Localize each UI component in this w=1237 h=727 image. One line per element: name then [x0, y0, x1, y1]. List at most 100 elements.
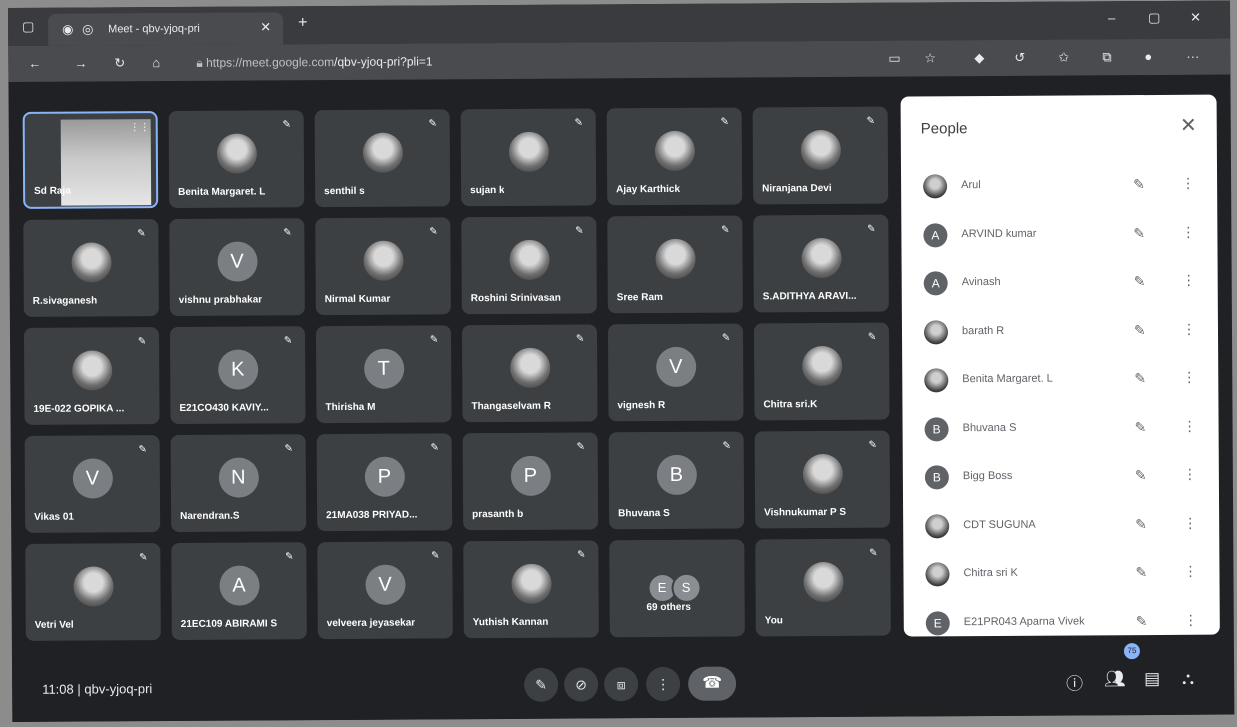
- refresh-icon[interactable]: ↺: [1014, 50, 1025, 66]
- participant-tile[interactable]: ✎ Chitra sri.K: [753, 322, 890, 421]
- people-row[interactable]: A ARVIND kumar ✎ ⋮: [919, 213, 1209, 255]
- mic-muted-icon[interactable]: ✎: [1133, 176, 1145, 193]
- url-field[interactable]: 🔒︎ https://meet.google.com/qbv-yjoq-pri?…: [196, 47, 856, 75]
- people-row[interactable]: B Bhuvana S ✎ ⋮: [920, 407, 1210, 449]
- more-vert-icon[interactable]: ⋮: [1184, 611, 1198, 628]
- participant-tile[interactable]: V ✎ vishnu prabhakar: [169, 218, 305, 317]
- people-row[interactable]: E E21PR043 Aparna Vivek ✎ ⋮: [922, 601, 1212, 636]
- more-vert-icon[interactable]: ⋮: [1183, 417, 1197, 434]
- mic-muted-icon[interactable]: ✎: [1134, 322, 1146, 339]
- minimize-icon[interactable]: –: [1108, 10, 1115, 26]
- more-vert-icon[interactable]: ⋮: [1182, 272, 1196, 289]
- participant-tile[interactable]: ✎ Vishnukumar P S: [754, 430, 891, 529]
- participant-name: Roshini Srinivasan: [470, 292, 561, 305]
- more-vert-icon[interactable]: ⋮: [1181, 175, 1195, 192]
- participant-tile[interactable]: P ✎ 21MA038 PRIYAD...: [316, 433, 453, 532]
- people-row[interactable]: Arul ✎ ⋮: [919, 165, 1209, 207]
- camera-toggle-button[interactable]: ⊘: [564, 667, 599, 702]
- participant-tile[interactable]: ✎ sujan k: [460, 108, 597, 207]
- leave-call-button[interactable]: ☎: [688, 666, 737, 701]
- chat-icon[interactable]: ▤: [1144, 669, 1160, 689]
- participant-tile[interactable]: E S 69 others: [609, 539, 745, 638]
- participant-tile[interactable]: ✎ Nirmal Kumar: [315, 217, 451, 316]
- forward-icon[interactable]: →: [74, 56, 87, 72]
- people-avatar: [923, 319, 949, 344]
- participant-tile[interactable]: ⋮⋮ Sd Raja: [22, 111, 159, 209]
- mic-muted-icon[interactable]: ✎: [1134, 370, 1146, 387]
- more-vert-icon[interactable]: ⋮: [1182, 320, 1196, 337]
- more-vert-icon: ⋮: [656, 675, 671, 693]
- more-vert-icon[interactable]: ⋮: [1183, 514, 1197, 531]
- participant-tile[interactable]: ✎ R.sivaganesh: [23, 219, 159, 317]
- mic-muted-icon[interactable]: ✎: [1135, 419, 1147, 436]
- back-icon[interactable]: ←: [28, 56, 41, 72]
- close-tab-icon[interactable]: ✕: [260, 19, 271, 35]
- participant-tile[interactable]: ✎ Sree Ram: [607, 215, 743, 314]
- participant-tile[interactable]: ✎ 19E-022 GOPIKA ...: [23, 327, 160, 425]
- participant-tile[interactable]: V ✎ velveera jeyasekar: [317, 541, 453, 640]
- mic-muted-icon[interactable]: ✎: [1133, 225, 1145, 242]
- more-vert-icon[interactable]: ⋮: [1183, 563, 1197, 580]
- people-icon[interactable]: 👥︎: [1104, 669, 1126, 689]
- mic-muted-icon[interactable]: ✎: [1134, 273, 1146, 290]
- present-button[interactable]: ⧈: [604, 667, 639, 702]
- participant-tile[interactable]: ✎ Thangaselvam R: [461, 324, 598, 423]
- participant-tile[interactable]: ✎ S.ADITHYA ARAVI...: [753, 214, 889, 313]
- participant-tile[interactable]: ✎ Niranjana Devi: [752, 106, 889, 205]
- participant-tile[interactable]: K ✎ E21CO430 KAVIY...: [169, 326, 306, 425]
- activities-icon[interactable]: ⛬: [1182, 669, 1194, 689]
- profile-icon[interactable]: ●: [1144, 49, 1152, 65]
- reload-icon[interactable]: ↻: [114, 55, 125, 71]
- more-vert-icon[interactable]: ⋮: [1181, 223, 1195, 240]
- close-icon[interactable]: ✕: [1180, 113, 1197, 138]
- participant-tile[interactable]: ✎ Roshini Srinivasan: [461, 216, 597, 315]
- participant-tile[interactable]: ✎ senthil s: [314, 109, 451, 208]
- mic-muted-icon[interactable]: ✎: [1135, 516, 1147, 533]
- mic-toggle-button[interactable]: ✎: [524, 667, 559, 702]
- home-icon[interactable]: ⌂: [152, 55, 160, 71]
- favorites-icon[interactable]: ✩: [1058, 50, 1069, 66]
- participant-tile[interactable]: ✎ Vetri Vel: [25, 543, 161, 641]
- more-menu-icon[interactable]: ···: [1186, 49, 1199, 65]
- participant-tile[interactable]: T ✎ Thirisha M: [315, 325, 452, 424]
- people-row[interactable]: CDT SUGUNA ✎ ⋮: [921, 504, 1211, 546]
- more-options-button[interactable]: ⋮: [646, 666, 681, 702]
- mic-muted-icon[interactable]: ✎: [1135, 564, 1147, 581]
- mic-muted-icon[interactable]: ✎: [1136, 613, 1148, 630]
- participant-tile[interactable]: P ✎ prasanth b: [462, 432, 599, 531]
- more-vert-icon[interactable]: ⋮: [1182, 369, 1196, 386]
- participant-name: Thirisha M: [325, 401, 376, 414]
- maximize-icon[interactable]: ▢: [1148, 10, 1160, 26]
- participant-tile[interactable]: ✎ Benita Margaret. L: [168, 110, 305, 209]
- new-tab-icon[interactable]: +: [298, 14, 307, 31]
- people-row[interactable]: barath R ✎ ⋮: [920, 310, 1210, 352]
- favorite-icon[interactable]: ☆: [924, 50, 936, 66]
- people-avatar: B: [924, 416, 949, 441]
- window-close-icon[interactable]: ✕: [1190, 10, 1201, 26]
- participant-tile[interactable]: V ✎ Vikas 01: [24, 435, 161, 533]
- participant-tile[interactable]: ✎ You: [755, 538, 891, 637]
- participant-tile[interactable]: V ✎ vignesh R: [607, 323, 744, 422]
- tab-actions-icon[interactable]: ▢: [22, 19, 34, 35]
- participant-tile[interactable]: ✎ Ajay Karthick: [606, 107, 743, 206]
- people-name: barath R: [961, 324, 1005, 337]
- participant-tile[interactable]: A ✎ 21EC109 ABIRAMI S: [171, 542, 307, 641]
- more-vert-icon[interactable]: ⋮: [1183, 466, 1197, 483]
- browser-tab[interactable]: ◉ ◎ Meet - qbv-yjoq-pri ✕: [48, 12, 284, 46]
- camera-icon[interactable]: ▭: [888, 51, 900, 67]
- participant-tile[interactable]: N ✎ Narendran.S: [170, 434, 307, 533]
- collections-icon[interactable]: ⧉: [1102, 49, 1111, 65]
- present-icon: ⧈: [616, 676, 626, 693]
- people-row[interactable]: Chitra sri K ✎ ⋮: [921, 553, 1211, 595]
- participant-tile[interactable]: ✎ Yuthish Kannan: [463, 540, 599, 639]
- people-row[interactable]: Benita Margaret. L ✎ ⋮: [920, 359, 1210, 401]
- info-icon[interactable]: ⓘ: [1066, 669, 1083, 694]
- participant-tile[interactable]: B ✎ Bhuvana S: [608, 431, 745, 530]
- people-row[interactable]: B Bigg Boss ✎ ⋮: [921, 456, 1211, 498]
- mic-muted-icon[interactable]: ✎: [1135, 467, 1147, 484]
- extension-icon[interactable]: ◆: [974, 50, 984, 66]
- people-row[interactable]: A Avinash ✎ ⋮: [920, 262, 1210, 304]
- people-list: Arul ✎ ⋮ A ARVIND kumar ✎ ⋮ A Avinash ✎ ⋮ barath R ✎…: [901, 95, 1217, 635]
- participant-avatar: [802, 561, 844, 602]
- people-avatar: [925, 513, 950, 538]
